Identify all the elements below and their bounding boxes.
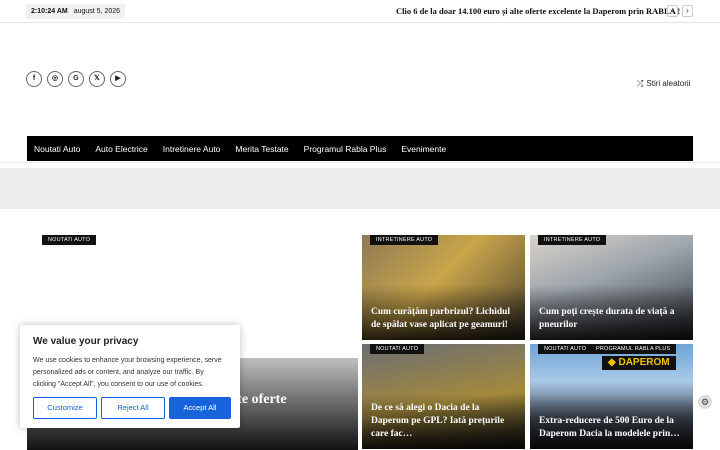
nav-evenimente[interactable]: Evenimente [401,144,446,154]
ad-banner-area [0,168,720,209]
article-title[interactable]: De ce să alegi o Dacia de la Daperom pe … [371,402,519,441]
cookie-buttons: Customize Reject All Accept All [33,397,231,419]
ticker-prev-button[interactable]: ‹ [667,5,678,17]
top-bar: 2:10:24 AM august 5, 2026 Clio 6 de la d… [0,0,720,23]
current-date: august 5, 2026 [73,8,121,15]
main-nav: Noutati Auto Auto Electrice Intretinere … [27,136,693,161]
nav-noutati-auto[interactable]: Noutati Auto [34,144,80,154]
news-ticker[interactable]: Clio 6 de la doar 14.100 euro și alte of… [396,6,680,16]
article-title[interactable]: Cum curățăm parbrizul? Lichidul de spăla… [371,306,519,332]
reject-all-button[interactable]: Reject All [101,397,165,419]
cookie-consent-dialog: We value your privacy We use cookies to … [20,325,240,428]
cookie-text: We use cookies to enhance your browsing … [33,357,222,388]
hero-category-badge[interactable]: NOUTATI AUTO [42,235,97,245]
cookie-title: We value your privacy [33,336,139,347]
article-title[interactable]: Cum poți crește durata de viață a pneuri… [539,306,687,332]
social-links: f ◎ G 𝕏 ▶ [26,71,126,87]
datetime-display: 2:10:24 AM august 5, 2026 [26,4,126,19]
youtube-icon[interactable]: ▶ [110,71,126,87]
article-title[interactable]: Extra-reducere de 500 Euro de la Daperom… [539,415,687,441]
random-news-link[interactable]: ⤮ Stiri aleatorii [637,79,690,89]
google-icon[interactable]: G [68,71,84,87]
instagram-icon[interactable]: ◎ [47,71,63,87]
customize-button[interactable]: Customize [33,397,97,419]
random-news-label: Stiri aleatorii [646,79,691,88]
category-badge[interactable]: INTRETINERE AUTO [370,235,439,245]
article-card[interactable]: INTRETINERE AUTO Cum curățăm parbrizul? … [362,235,525,340]
nav-programul-rabla-plus[interactable]: Programul Rabla Plus [304,144,387,154]
category-badge[interactable]: NOUTATI AUTO [538,344,593,354]
cookie-settings-icon[interactable]: ⚙ [698,395,712,409]
nav-auto-electrice[interactable]: Auto Electrice [95,144,147,154]
category-badge[interactable]: NOUTATI AUTO [370,344,425,354]
accept-all-button[interactable]: Accept All [169,397,231,419]
article-card[interactable]: NOUTATI AUTO PROGRAMUL RABLA PLUS ◆ DAPE… [530,344,693,449]
ticker-next-button[interactable]: › [682,5,693,17]
facebook-icon[interactable]: f [26,71,42,87]
nav-merita-testate[interactable]: Merita Testate [235,144,288,154]
article-card[interactable]: INTRETINERE AUTO Cum poți crește durata … [530,235,693,340]
nav-intretinere-auto[interactable]: Intretinere Auto [163,144,221,154]
daperom-logo: ◆ DAPEROM [602,356,676,370]
shuffle-icon: ⤮ [637,79,644,88]
category-badge-secondary[interactable]: PROGRAMUL RABLA PLUS [590,344,677,354]
category-badge[interactable]: INTRETINERE AUTO [538,235,607,245]
article-card[interactable]: NOUTATI AUTO De ce să alegi o Dacia de l… [362,344,525,449]
nav-divider [0,162,720,163]
current-time: 2:10:24 AM [31,8,68,15]
x-icon[interactable]: 𝕏 [89,71,105,87]
